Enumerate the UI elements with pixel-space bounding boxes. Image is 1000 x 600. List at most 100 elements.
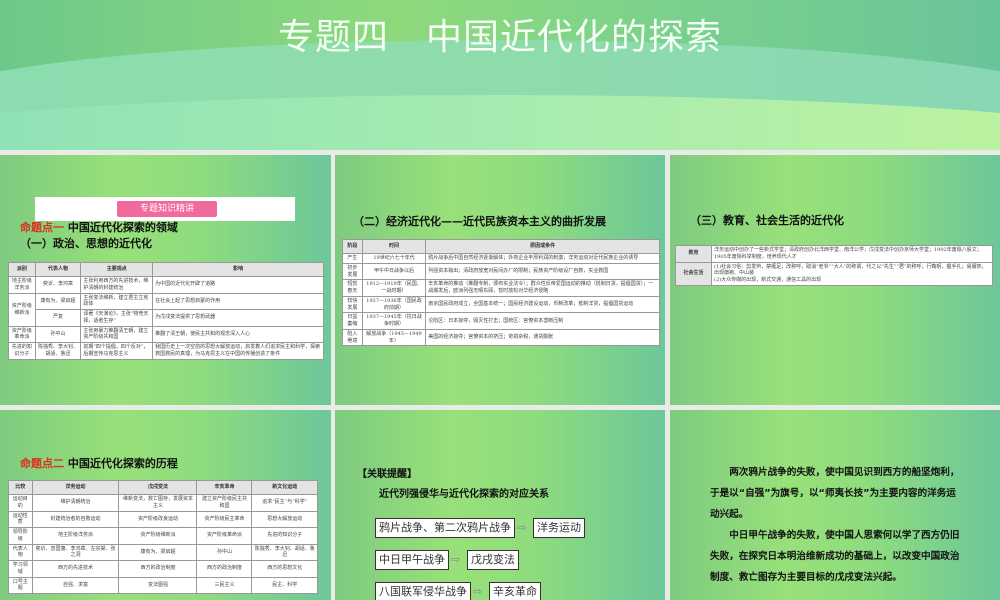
table-cell: 资产阶级革命派 — [8, 325, 36, 343]
table-cell: 奕䜣、李鸿章 — [34, 276, 82, 294]
slide-thumbnail-1[interactable]: 专题知识精讲 命题点一 中国近代化探索的领域 （一）政治、思想的近代化 派别 代表… — [0, 155, 331, 405]
table-cell: 洋务运动中创办了一些新式学堂；清政府创办北洋西学堂、南洋公学；戊戌变法中创办京师… — [711, 245, 993, 263]
table-row: 较快发展 1927—1936年（国民政府前期） 南京国民政府成立，全国基本统一；国民… — [342, 295, 660, 314]
hint-subtitle: 近代列强侵华与近代化探索的对应关系 — [379, 489, 549, 500]
table-cell: 自强、求富 — [31, 576, 120, 594]
column-header: 辛亥革命 — [196, 480, 253, 495]
table-cell: 产生 — [342, 253, 363, 264]
table-cell: 运动性质 — [8, 510, 33, 528]
table-cell: 陈独秀、李大钊、胡适、鲁迅 — [251, 543, 318, 561]
table-cell: 主张用暴力推翻清王朝，建立资产阶级共和国 — [80, 325, 154, 343]
table-cell: 维护清朝统治 — [31, 494, 120, 512]
table-cell: 甲午中日战争以后 — [361, 262, 427, 281]
table-row: 产生 19世纪六七十年代 鸦片战争后中国自然经济逐渐解体；外商企业丰厚利润的刺激；洋… — [342, 253, 660, 264]
table-cell: 1937—1945年（抗日战争时期） — [361, 312, 427, 330]
table-cell: 孙中山 — [196, 543, 253, 561]
table-row: 陷入绝境 解放战争（1945—1949年） 美国的经济掠夺；官僚资本的挤压；苛捐杂税… — [342, 328, 660, 347]
slide-thumbnail-5[interactable]: 【关联提醒】 近代列强侵华与近代化探索的对应关系 鸦片战争、第二次鸦片战争 ⇨ 洋务… — [335, 410, 665, 600]
table-cell: 地主阶级洋务派 — [31, 527, 120, 545]
point-label: 命题点一 — [20, 221, 64, 234]
table-cell: 民主、科学 — [251, 576, 318, 594]
slide-thumbnail-2[interactable]: （二）经济近代化——近代民族资本主义的曲折发展 阶段 时间 原因或条件 产生 19世纪六… — [335, 155, 665, 405]
title-slide[interactable]: 专题四 中国近代化的探索 — [0, 0, 1000, 150]
column-header: 比较 — [8, 480, 33, 495]
table-row: 运动性质 封建统治者的自救运动 资产阶级改良运动 资产阶级民主革命 思想大解放运动 — [8, 510, 318, 528]
table-cell: 资产阶级维新派 — [8, 292, 36, 327]
slide-thumbnail-3[interactable]: （三）教育、社会生活的近代化 教育 洋务运动中创办了一些新式学堂；清政府创办北洋西… — [670, 155, 1000, 405]
table-cell: 解放战争（1945—1949年） — [361, 328, 427, 347]
slide-title: （二）经济近代化——近代民族资本主义的曲折发展 — [353, 215, 606, 228]
education-society-table: 教育 洋务运动中创办了一些新式学堂；清政府创办北洋西学堂、南洋公学；戊戌变法中创办… — [675, 245, 993, 286]
column-header: 代表人物 — [34, 262, 82, 277]
column-header: 时间 — [361, 239, 427, 254]
table-cell: (1)社会习俗：剪发辫，禁缠足；改称呼，取消“老爷”“大人”的称谓，代之以“先生… — [711, 261, 993, 286]
table-row: 资产阶级维新派 康有为、梁启超 主张变法维新，建立君主立宪政体 在社会上起了思想启蒙的… — [8, 292, 324, 327]
table-cell: 代表人物 — [8, 543, 33, 561]
paragraph: 中日甲午战争的失败，使中国人思索何以学了西方仍旧失败，在探究日本明治维新成功的基… — [710, 530, 960, 583]
table-row: 短暂春天 1912—1919年（民国、一战时期） 辛亥革命的推动（推翻专制，颁布实业… — [342, 279, 660, 297]
table-cell: 康有为、梁启超 — [118, 543, 198, 561]
table-row: 资产阶级革命派 孙中山 主张用暴力推翻清王朝，建立资产阶级共和国 推翻了清王朝，使民主… — [8, 325, 324, 343]
table-cell: 在社会上起了思想启蒙的作用 — [152, 292, 324, 310]
slide-thumbnail-4[interactable]: 命题点二 中国近代化探索的历程 比较 洋务运动 戊戌变法 辛亥革命 新文化运动 运动目的维… — [0, 410, 331, 600]
table-cell: 思想大解放运动 — [251, 510, 318, 528]
column-header: 影响 — [152, 262, 324, 277]
table-cell: 资产阶级维新派 — [118, 527, 198, 545]
section-badge: 专题知识精讲 — [117, 201, 217, 217]
table-cell: 西方的政治制度 — [196, 560, 253, 578]
presentation-title: 专题四 中国近代化的探索 — [277, 17, 722, 58]
table-row: 运动目的 维护清朝统治 维新变法，救亡图存，发展资本主义 建立资产阶级民主共和国 追求“… — [8, 494, 318, 512]
column-header: 主要观点 — [80, 262, 154, 277]
table-cell: 较快发展 — [342, 295, 363, 314]
slide-thumbnail-6[interactable]: 两次鸦片战争的失败，使中国见识到西方的船坚炮利，于是以“自强”为旗号，以“师夷长… — [670, 410, 1000, 600]
table-cell: 先进的知识分子 — [251, 527, 318, 545]
table-row: 日益萎缩 1937—1945年（抗日战争时期） 沦陷区：日本掠夺，毁灭性打击；国统区… — [342, 312, 660, 330]
table-cell: 陈独秀、李大钊、胡适、鲁迅 — [34, 342, 82, 360]
cause-box: 鸦片战争、第二次鸦片战争 — [375, 518, 515, 538]
table-row: 学习领域 西方的先进技术 西方的政治制度 西方的政治制度 西方的思想文化 — [8, 560, 318, 578]
table-cell: 资产阶级改良运动 — [118, 510, 198, 528]
table-row: 地主阶级洋务派 奕䜣、李鸿章 主张利用西方的先进技术，维护清朝的封建统治 为中国的近代… — [8, 276, 324, 294]
table-cell: 建立资产阶级民主共和国 — [196, 494, 253, 512]
table-header-row: 派别 代表人物 主要观点 影响 — [8, 262, 324, 277]
table-cell: 资产阶级革命派 — [196, 527, 253, 545]
table-row: 严复 译著《天演论》，主张“物竞天择，适者生存” 为戊戌变法提供了思想武器 — [9, 309, 324, 327]
table-cell: 前期“四个提倡，四个反对”，后期宣传马克思主义 — [80, 342, 154, 360]
table-cell: 列强资本输出；清政府放宽对民间办厂的限制；民族资产阶级设厂自救，实业救国 — [425, 262, 660, 281]
table-cell: 资产阶级民主革命 — [196, 510, 253, 528]
table-cell: 主张利用西方的先进技术，维护清朝的封建统治 — [80, 276, 154, 294]
result-box: 洋务运动 — [533, 518, 585, 538]
table-cell: 陷入绝境 — [342, 328, 363, 347]
table-row: 初步发展 甲午中日战争以后 列强资本输出；清政府放宽对民间办厂的限制；民族资产阶级设… — [342, 262, 660, 281]
column-header: 阶段 — [342, 239, 363, 254]
table-cell: 初步发展 — [342, 262, 363, 281]
table-cell: 1912—1919年（民国、一战时期） — [361, 279, 427, 297]
table-row: 社会生活 (1)社会习俗：剪发辫，禁缠足；改称呼，取消“老爷”“大人”的称谓，代之… — [675, 261, 993, 286]
table-row: 领导阶级 地主阶级洋务派 资产阶级维新派 资产阶级革命派 先进的知识分子 — [8, 527, 318, 545]
table-cell: 维新变法，救亡图存，发展资本主义 — [118, 494, 198, 512]
table-cell: 奕䜣、曾国藩、李鸿章、左宗棠、张之洞 — [31, 543, 120, 561]
table-cell: 变法图强 — [118, 576, 198, 594]
table-cell: 日益萎缩 — [342, 312, 363, 330]
table-cell: 19世纪六七十年代 — [361, 253, 427, 264]
table-cell: 西方的政治制度 — [118, 560, 198, 578]
economy-table: 阶段 时间 原因或条件 产生 19世纪六七十年代 鸦片战争后中国自然经济逐渐解体；外商企业… — [342, 239, 660, 347]
table-cell: 康有为、梁启超 — [34, 292, 82, 310]
table-cell: 学习领域 — [8, 560, 33, 578]
hint-label: 【关联提醒】 — [357, 469, 417, 480]
table-cell: 鸦片战争后中国自然经济逐渐解体；外商企业丰厚利润的刺激；洋务运动对近代民族企业的… — [425, 253, 660, 264]
wave-decoration — [0, 95, 1000, 150]
cause-box: 中日甲午战争 — [375, 550, 449, 570]
politics-thought-table: 派别 代表人物 主要观点 影响 地主阶级洋务派 奕䜣、李鸿章 主张利用西方的先进技术，维护清… — [8, 262, 324, 360]
section-header-bar: 专题知识精讲 — [35, 197, 295, 221]
arrow-icon: ⇨ — [517, 521, 527, 534]
table-row: 先进的知识分子 陈独秀、李大钊、胡适、鲁迅 前期“四个提倡，四个反对”，后期宣传马克… — [8, 342, 324, 360]
explanation-text: 两次鸦片战争的失败，使中国见识到西方的船坚炮利，于是以“自强”为旗号，以“师夷长… — [710, 462, 960, 588]
table-cell: 1927—1936年（国民政府前期） — [361, 295, 427, 314]
table-row: 教育 洋务运动中创办了一些新式学堂；清政府创办北洋西学堂、南洋公学；戊戌变法中创办… — [675, 245, 993, 263]
table-cell: 为中国的近代化开辟了道路 — [152, 276, 324, 294]
table-cell: 社会生活 — [675, 261, 712, 286]
table-cell: 译著《天演论》，主张“物竞天择，适者生存” — [80, 309, 154, 327]
cause-box: 八国联军侵华战争 — [375, 582, 471, 600]
table-cell: 西方的思想文化 — [251, 560, 318, 578]
